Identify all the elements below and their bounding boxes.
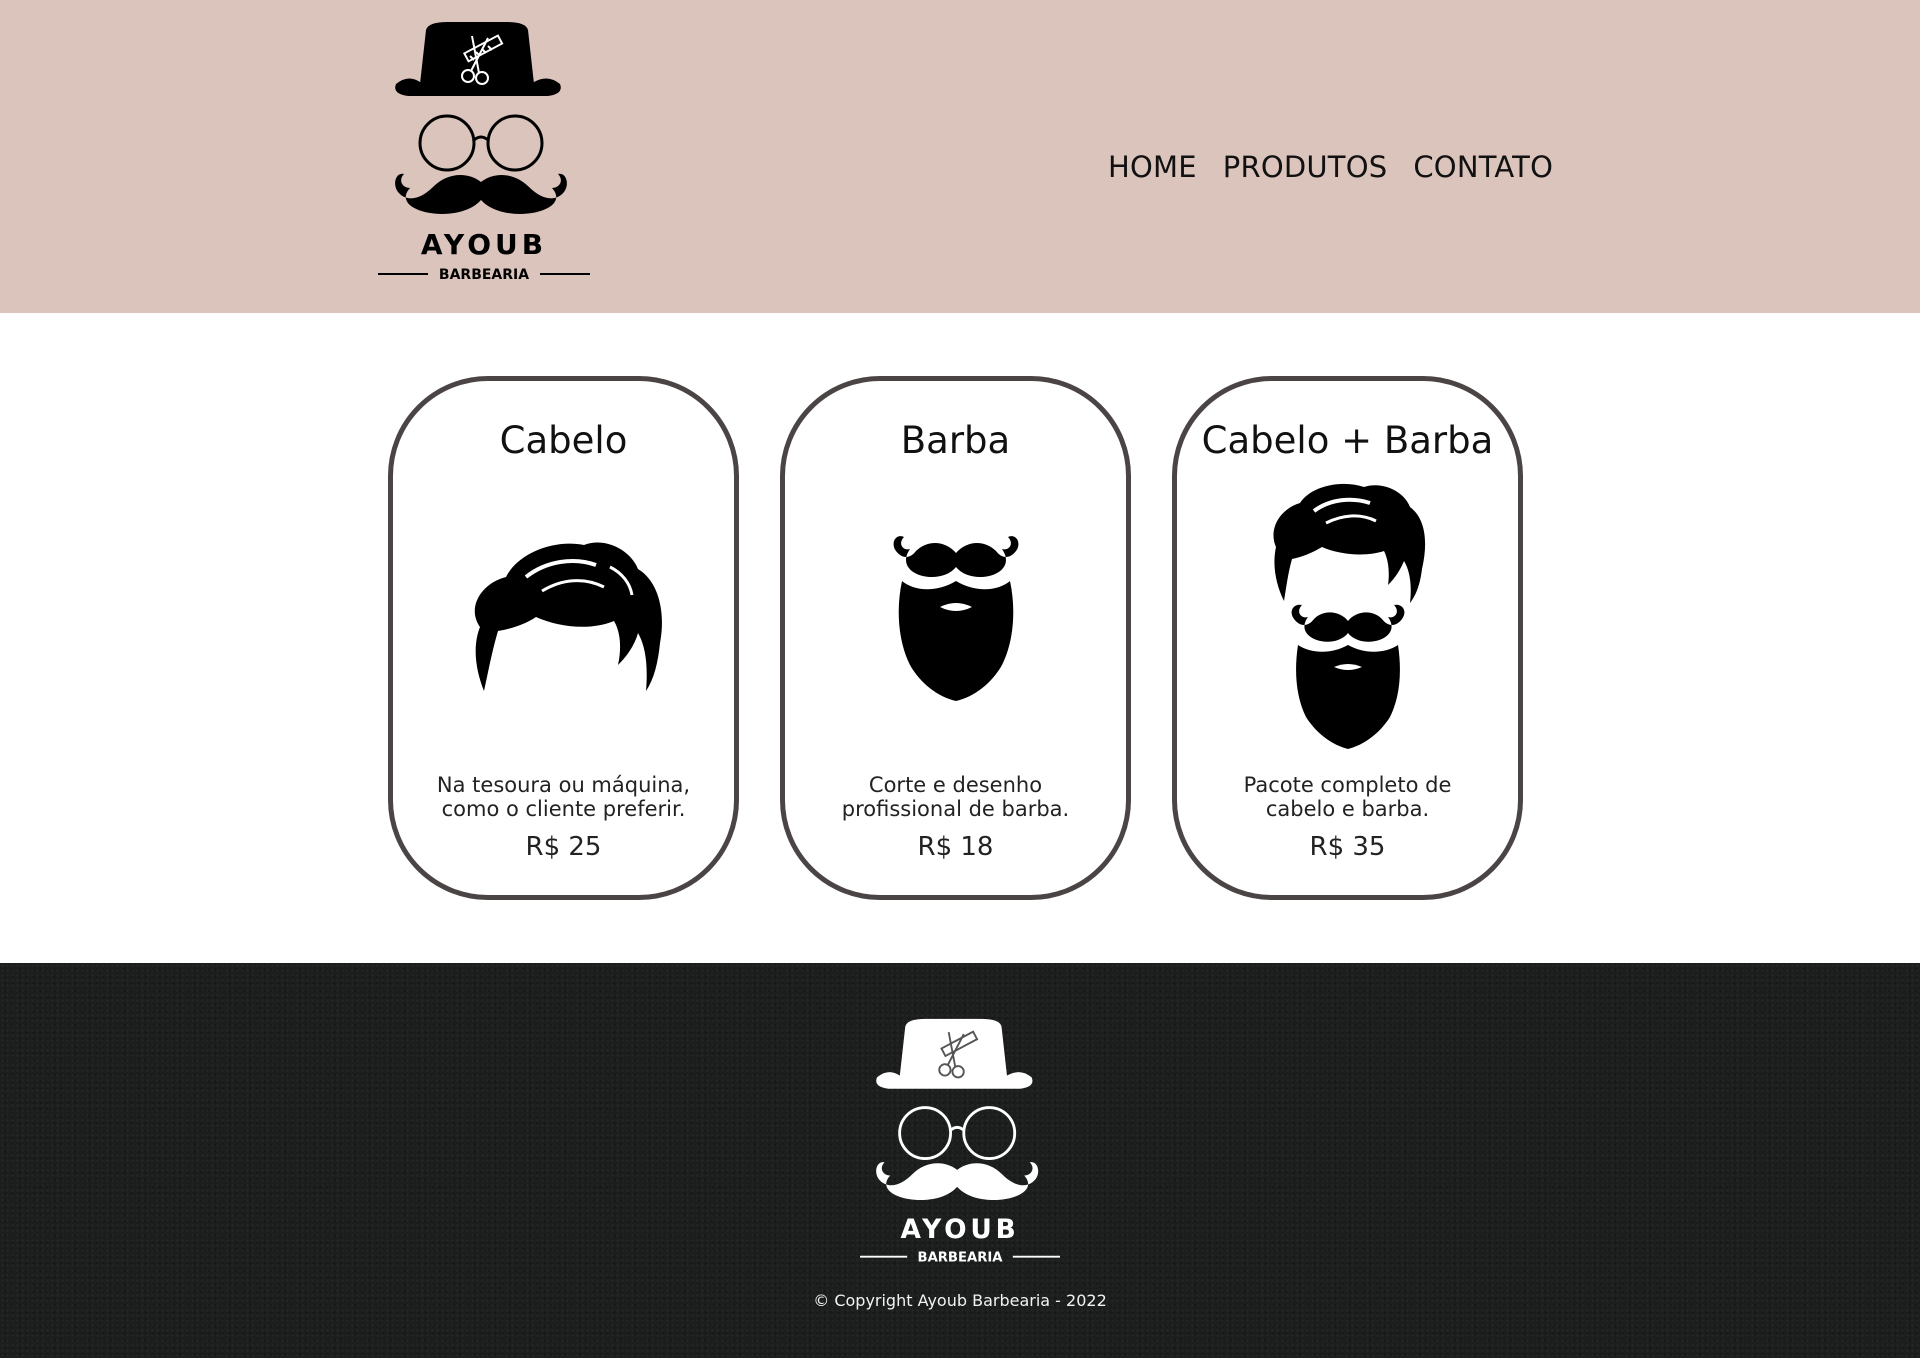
ayoub-barbearia-logo[interactable]: AYOUB BARBEARIA — [378, 22, 590, 284]
product-description: Corte e desenho profissional de barba. — [841, 773, 1070, 821]
product-title: Cabelo + Barba — [1201, 419, 1494, 462]
product-title: Cabelo — [499, 419, 628, 462]
copyright-text: © Copyright Ayoub Barbearia - 2022 — [813, 1291, 1107, 1310]
ayoub-barbearia-logo-white[interactable]: AYOUB BARBEARIA — [860, 1015, 1060, 1270]
svg-text:AYOUB: AYOUB — [421, 228, 547, 261]
product-description: Pacote completo de cabelo e barba. — [1243, 773, 1452, 821]
nav-home-link[interactable]: HOME — [1108, 148, 1197, 186]
page-bottom-edge — [0, 1358, 1920, 1362]
product-card-cabelo-barba: Cabelo + Barba Pacote completo de cabelo… — [1172, 376, 1523, 900]
product-title: Barba — [900, 419, 1011, 462]
hair-icon — [474, 542, 662, 691]
product-card-barba: Barba Corte e desenho profissional de ba… — [780, 376, 1131, 900]
products-section: Cabelo Na tesoura ou máquina, como o cli… — [388, 376, 1524, 900]
product-card-cabelo: Cabelo Na tesoura ou máquina, como o cli… — [388, 376, 739, 900]
svg-text:BARBEARIA: BARBEARIA — [918, 1250, 1004, 1265]
product-description: Na tesoura ou máquina, como o cliente pr… — [436, 773, 691, 821]
site-header: AYOUB BARBEARIA HOME PRODUTOS CONTATO — [0, 0, 1920, 313]
svg-text:BARBEARIA: BARBEARIA — [439, 267, 529, 283]
site-footer: AYOUB BARBEARIA © Copyright Ayoub Barbea… — [0, 963, 1920, 1358]
svg-text:AYOUB: AYOUB — [901, 1214, 1020, 1245]
product-price: R$ 35 — [1309, 832, 1386, 862]
main-nav: HOME PRODUTOS CONTATO — [1108, 148, 1553, 186]
product-price: R$ 18 — [917, 832, 994, 862]
beard-icon — [893, 536, 1018, 701]
nav-produtos-link[interactable]: PRODUTOS — [1223, 148, 1388, 186]
product-price: R$ 25 — [525, 832, 602, 862]
nav-contato-link[interactable]: CONTATO — [1413, 148, 1553, 186]
hair-and-beard-icon — [1272, 483, 1425, 749]
